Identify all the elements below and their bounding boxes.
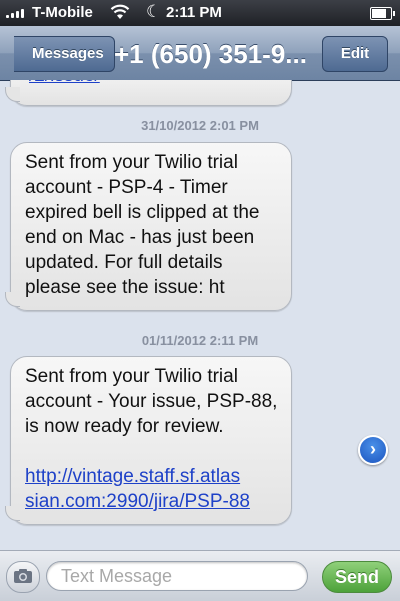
- send-button[interactable]: Send: [322, 561, 392, 593]
- message-link[interactable]: http://vintage.staff.sf.atlas sian.com:29…: [25, 466, 250, 512]
- message-bubble: /2/issue/: [5, 80, 292, 106]
- camera-icon: [14, 569, 32, 583]
- moon-icon: ☾: [146, 2, 162, 21]
- back-to-messages-button[interactable]: Messages: [14, 36, 115, 72]
- chevron-right-icon[interactable]: ›: [358, 435, 388, 465]
- message-text: Sent from your Twilio trial account - Yo…: [25, 366, 283, 437]
- message-bubble: Sent from your Twilio trial account - PS…: [5, 142, 292, 311]
- message-timestamp: 31/10/2012 2:01 PM: [141, 118, 259, 133]
- message-timestamp: 01/11/2012 2:11 PM: [141, 333, 259, 348]
- message-bubble: Sent from your Twilio trial account - Yo…: [5, 356, 292, 525]
- back-button-label: Messages: [32, 45, 104, 62]
- conversation-title: +1 (650) 351-9...: [114, 39, 307, 69]
- message-thread[interactable]: /2/issue/ 31/10/2012 2:01 PM Sent from y…: [0, 80, 400, 550]
- message-text: Sent from your Twilio trial account - PS…: [25, 152, 265, 298]
- message-composer: Send: [0, 550, 400, 601]
- message-link[interactable]: /2/issue/: [29, 80, 100, 88]
- signal-icon: [6, 9, 24, 18]
- edit-button[interactable]: Edit: [322, 36, 388, 72]
- nav-bar: Messages +1 (650) 351-9... Edit: [0, 26, 400, 81]
- status-bar: T-Mobile ☾ 2:11 PM: [0, 0, 400, 26]
- carrier-name: T-Mobile: [32, 4, 93, 21]
- camera-button[interactable]: [6, 561, 40, 593]
- wifi-icon: [110, 4, 130, 24]
- status-time: 2:11 PM: [166, 4, 222, 21]
- message-input[interactable]: [46, 561, 308, 591]
- battery-icon: [370, 7, 395, 20]
